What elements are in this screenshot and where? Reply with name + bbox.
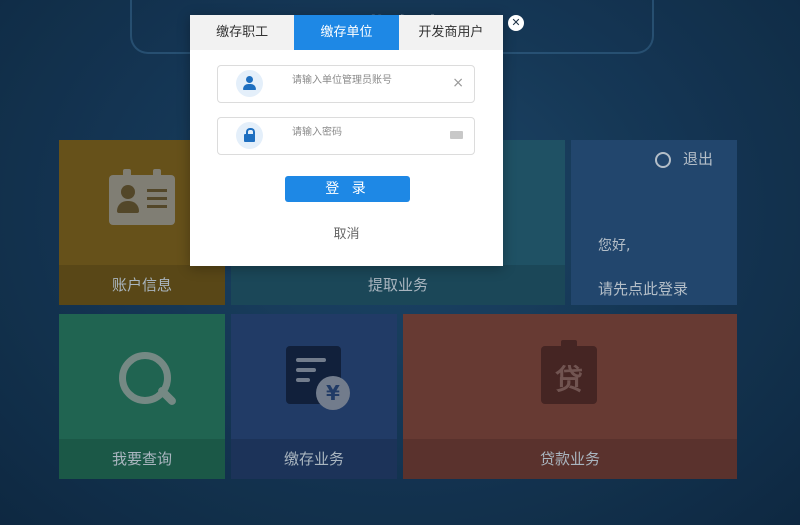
password-input[interactable]	[290, 126, 444, 139]
login-button[interactable]: 登 录	[285, 176, 410, 202]
user-icon	[236, 70, 263, 97]
login-modal: 缴存职工 缴存单位 开发商用户 × 登 录 取消	[190, 15, 503, 266]
tab-developer[interactable]: 开发商用户	[398, 15, 503, 50]
account-input[interactable]	[290, 74, 444, 87]
account-field: ×	[217, 65, 475, 103]
close-icon[interactable]: ✕	[508, 15, 524, 31]
clear-icon[interactable]: ×	[452, 74, 464, 92]
lock-icon	[236, 122, 263, 149]
login-tabs: 缴存职工 缴存单位 开发商用户	[190, 15, 503, 50]
tab-employee[interactable]: 缴存职工	[190, 15, 295, 50]
password-field	[217, 117, 475, 155]
keyboard-icon[interactable]	[450, 131, 463, 139]
tab-unit[interactable]: 缴存单位	[294, 15, 399, 50]
cancel-button[interactable]: 取消	[190, 223, 503, 242]
